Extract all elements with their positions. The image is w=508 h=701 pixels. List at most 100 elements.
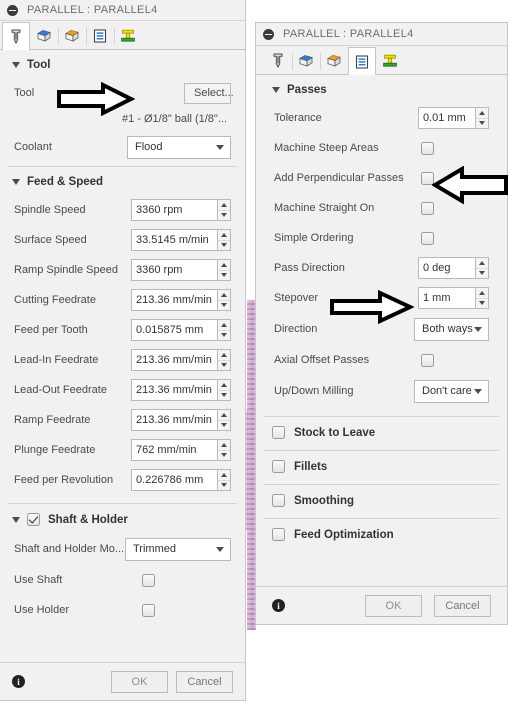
spinner-buttons[interactable] [217, 469, 231, 491]
fillets-group[interactable]: Fillets [256, 451, 507, 482]
tool-select-button[interactable]: Select... [184, 82, 234, 104]
shaft-and-holder-section-header[interactable]: Shaft & Holder [0, 504, 245, 533]
spinner-up[interactable] [218, 440, 230, 451]
spinner-down[interactable] [218, 271, 230, 281]
up-down-milling-combo[interactable]: Don't care [414, 379, 489, 403]
surface-speed-stepper[interactable]: 33.5145 m/min [131, 229, 231, 251]
spinner-buttons[interactable] [217, 439, 231, 461]
spinner-up[interactable] [218, 380, 230, 391]
cutting-feedrate-input[interactable]: 213.36 mm/min [131, 289, 217, 311]
tab-linking[interactable] [114, 22, 142, 49]
stock-to-leave-checkbox[interactable] [272, 426, 285, 439]
spinner-buttons[interactable] [217, 379, 231, 401]
passes-dialog[interactable]: PARALLEL : PARALLEL4 Passes Tolerance 0.… [255, 22, 508, 625]
use-shaft-checkbox[interactable] [142, 573, 155, 587]
spinner-down[interactable] [218, 241, 230, 251]
spinner-buttons[interactable] [475, 107, 489, 129]
passes-section-header[interactable]: Passes [256, 75, 507, 103]
spindle-speed-input[interactable]: 3360 rpm [131, 199, 217, 221]
spinner-up[interactable] [476, 288, 488, 299]
feed-per-revolution-input[interactable]: 0.226786 mm [131, 469, 217, 491]
ok-button[interactable]: OK [365, 594, 422, 617]
tab-heights[interactable] [320, 47, 348, 74]
spinner-up[interactable] [218, 320, 230, 331]
tab-linking[interactable] [376, 47, 404, 74]
tab-geometry[interactable] [292, 47, 320, 74]
feed-per-tooth-stepper[interactable]: 0.015875 mm [131, 319, 231, 341]
spinner-buttons[interactable] [475, 257, 489, 279]
spinner-buttons[interactable] [217, 259, 231, 281]
tab-tool[interactable] [264, 47, 292, 74]
spinner-down[interactable] [218, 331, 230, 341]
spinner-buttons[interactable] [217, 289, 231, 311]
spinner-down[interactable] [218, 451, 230, 461]
tool-section-header[interactable]: Tool [0, 50, 245, 78]
spinner-up[interactable] [218, 470, 230, 481]
spinner-up[interactable] [476, 258, 488, 269]
stepover-stepper[interactable]: 1 mm [418, 287, 489, 309]
spinner-buttons[interactable] [217, 409, 231, 431]
spinner-up[interactable] [218, 230, 230, 241]
pass-direction-stepper[interactable]: 0 deg [418, 257, 489, 279]
direction-combo[interactable]: Both ways [414, 317, 489, 341]
ok-button[interactable]: OK [111, 670, 168, 693]
coolant-combo[interactable]: Flood [127, 135, 231, 159]
spinner-up[interactable] [476, 108, 488, 119]
lead-out-feedrate-input[interactable]: 213.36 mm/min [131, 379, 217, 401]
feed-optimization-group[interactable]: Feed Optimization [256, 519, 507, 550]
spinner-buttons[interactable] [217, 229, 231, 251]
simple-ordering-checkbox[interactable] [421, 231, 434, 245]
feed-and-speed-section-header[interactable]: Feed & Speed [0, 167, 245, 195]
pass-direction-input[interactable]: 0 deg [418, 257, 475, 279]
plunge-feedrate-input[interactable]: 762 mm/min [131, 439, 217, 461]
spinner-down[interactable] [476, 299, 488, 309]
feed-per-revolution-stepper[interactable]: 0.226786 mm [131, 469, 231, 491]
spinner-down[interactable] [218, 391, 230, 401]
lead-in-feedrate-input[interactable]: 213.36 mm/min [131, 349, 217, 371]
spinner-up[interactable] [218, 290, 230, 301]
spinner-buttons[interactable] [217, 319, 231, 341]
tool-dialog[interactable]: PARALLEL : PARALLEL4 Tool Tool Select...… [0, 0, 246, 701]
shaft-and-holder-mode-combo[interactable]: Trimmed [125, 537, 231, 561]
spinner-up[interactable] [218, 260, 230, 271]
feed-optimization-checkbox[interactable] [272, 528, 285, 541]
cancel-button[interactable]: Cancel [176, 670, 233, 693]
ramp-feedrate-input[interactable]: 213.36 mm/min [131, 409, 217, 431]
cancel-button[interactable]: Cancel [434, 594, 491, 617]
tolerance-stepper[interactable]: 0.01 mm [418, 107, 489, 129]
ramp-spindle-speed-stepper[interactable]: 3360 rpm [131, 259, 231, 281]
machine-steep-areas-checkbox[interactable] [421, 141, 434, 155]
spinner-down[interactable] [476, 119, 488, 129]
lead-in-feedrate-stepper[interactable]: 213.36 mm/min [131, 349, 231, 371]
smoothing-group[interactable]: Smoothing [256, 485, 507, 516]
spinner-buttons[interactable] [217, 199, 231, 221]
tab-heights[interactable] [58, 22, 86, 49]
minus-circle-icon[interactable] [7, 4, 18, 16]
tab-passes[interactable] [86, 22, 114, 49]
tab-passes[interactable] [348, 47, 376, 75]
spinner-up[interactable] [218, 200, 230, 211]
stepover-input[interactable]: 1 mm [418, 287, 475, 309]
lead-out-feedrate-stepper[interactable]: 213.36 mm/min [131, 379, 231, 401]
spinner-down[interactable] [218, 421, 230, 431]
use-holder-checkbox[interactable] [142, 603, 155, 617]
machine-straight-on-checkbox[interactable] [421, 201, 434, 215]
smoothing-checkbox[interactable] [272, 494, 285, 507]
spinner-buttons[interactable] [475, 287, 489, 309]
ramp-feedrate-stepper[interactable]: 213.36 mm/min [131, 409, 231, 431]
ramp-spindle-speed-input[interactable]: 3360 rpm [131, 259, 217, 281]
left-dialog-scrollbar[interactable] [240, 50, 245, 662]
spinner-down[interactable] [218, 481, 230, 491]
spinner-down[interactable] [476, 269, 488, 279]
cutting-feedrate-stepper[interactable]: 213.36 mm/min [131, 289, 231, 311]
surface-speed-input[interactable]: 33.5145 m/min [131, 229, 217, 251]
right-dialog-tabstrip[interactable] [256, 46, 507, 75]
axial-offset-passes-checkbox[interactable] [421, 353, 434, 367]
spindle-speed-stepper[interactable]: 3360 rpm [131, 199, 231, 221]
minus-circle-icon[interactable] [263, 28, 274, 40]
spinner-down[interactable] [218, 211, 230, 221]
stock-to-leave-group[interactable]: Stock to Leave [256, 417, 507, 448]
fillets-checkbox[interactable] [272, 460, 285, 473]
info-icon[interactable]: i [12, 675, 25, 688]
info-icon[interactable]: i [272, 599, 285, 612]
